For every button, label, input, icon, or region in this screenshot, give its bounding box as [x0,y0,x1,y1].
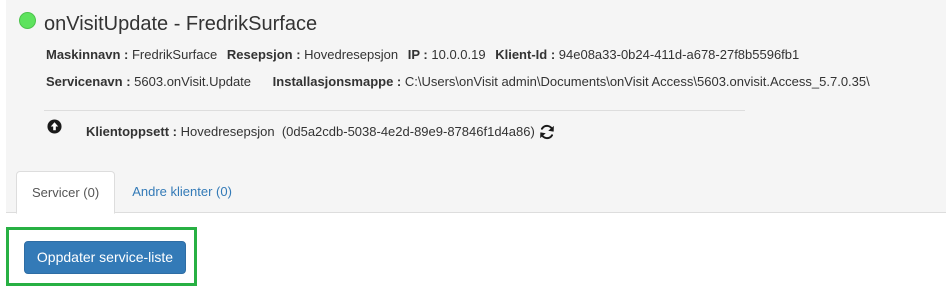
klientid-label: Klient-Id : [495,47,556,62]
service-info-row: Servicenavn : 5603.onVisit.Update Instal… [46,74,870,90]
klientid-value: 94e08a33-0b24-411d-a678-27f8b5596fb1 [558,47,800,62]
resepsjon-value: Hovedresepsjon [304,47,399,62]
klientoppsett-label: Klientoppsett : [86,124,177,139]
klientoppsett-name: Hovedresepsjon [180,124,275,139]
installasjonsmappe-label: Installasjonsmappe : [272,74,402,89]
refresh-icon[interactable] [538,123,556,141]
tab-servicer[interactable]: Servicer (0) [16,171,116,214]
client-setup-row: Klientoppsett : Hovedresepsjon (0d5a2cdb… [86,123,556,141]
ip-label: IP : [407,47,428,62]
klientoppsett-id: (0d5a2cdb-5038-4e2d-89e9-87846f1d4a86) [281,124,535,139]
maskinnavn-value: FredrikSurface [131,47,218,62]
servicenavn-value: 5603.onVisit.Update [134,74,252,89]
maskinnavn-label: Maskinnavn : [46,47,129,62]
servicenavn-label: Servicenavn : [46,74,131,89]
resepsjon-label: Resepsjon : [226,47,301,62]
ip-value: 10.0.0.19 [431,47,486,62]
divider [44,110,745,111]
tab-andre-klienter[interactable]: Andre klienter (0) [117,171,247,213]
status-online-icon [19,12,36,29]
tab-bar: Servicer (0) Andre klienter (0) [16,171,247,214]
page-title: onVisitUpdate - FredrikSurface [44,13,318,35]
client-header-panel: onVisitUpdate - FredrikSurface Maskinnav… [6,0,946,214]
update-service-list-button[interactable]: Oppdater service-liste [24,241,186,274]
arrow-circle-up-icon [47,119,62,134]
installasjonsmappe-value: C:\Users\onVisit admin\Documents\onVisit… [404,74,870,89]
machine-info-row: Maskinnavn : FredrikSurface Resepsjon : … [46,47,799,63]
